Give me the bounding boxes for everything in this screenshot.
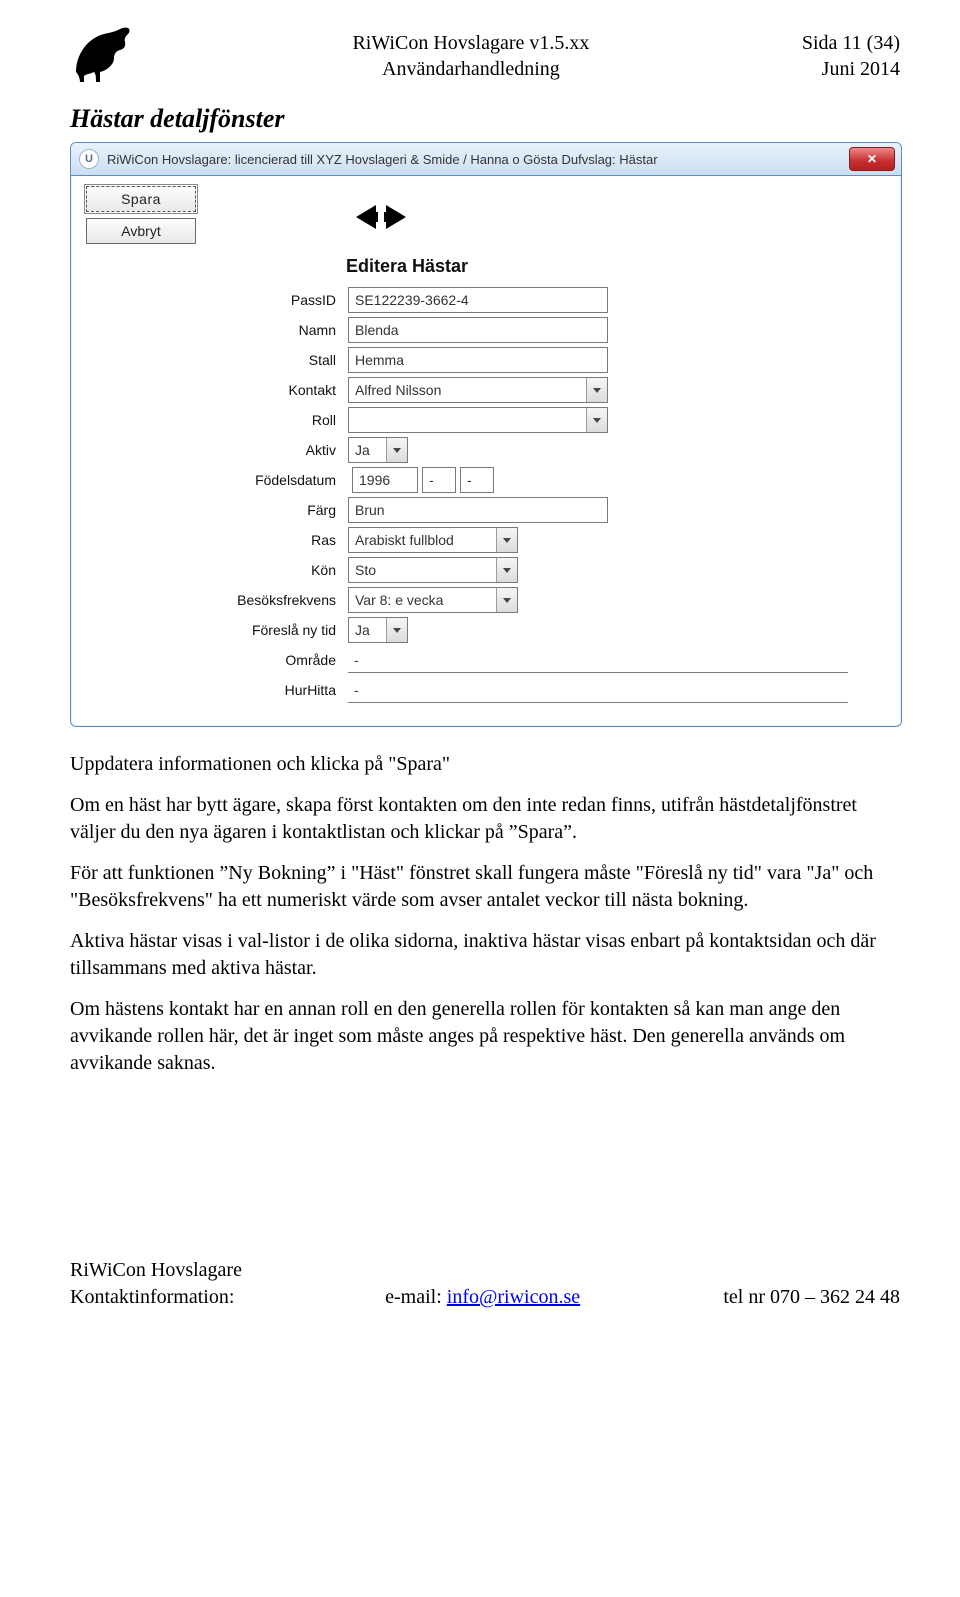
chevron-down-icon bbox=[503, 568, 511, 573]
input-passid[interactable] bbox=[348, 287, 608, 313]
combo-roll-button[interactable] bbox=[586, 408, 607, 432]
cancel-button[interactable]: Avbryt bbox=[86, 218, 196, 244]
paragraph: Uppdatera informationen och klicka på "S… bbox=[70, 751, 900, 778]
footer-email-link[interactable]: info@riwicon.se bbox=[447, 1286, 580, 1308]
paragraph: För att funktionen ”Ny Bokning” i "Häst"… bbox=[70, 860, 900, 914]
page-header: RiWiCon Hovslagare v1.5.xx Användarhandl… bbox=[70, 30, 900, 86]
close-icon: ✕ bbox=[867, 152, 877, 166]
app-icon: U bbox=[79, 149, 99, 169]
chevron-down-icon bbox=[393, 448, 401, 453]
label-kon: Kön bbox=[86, 562, 348, 578]
footer-contact-label: Kontaktinformation: bbox=[70, 1286, 234, 1308]
footer-phone: tel nr 070 – 362 24 48 bbox=[723, 1286, 900, 1308]
save-button[interactable]: Spara bbox=[86, 186, 196, 212]
combo-roll[interactable] bbox=[348, 407, 608, 433]
prev-record-button bbox=[356, 205, 378, 229]
label-fodelsedatum: Födelsdatum bbox=[86, 472, 348, 488]
next-record-button bbox=[384, 205, 406, 229]
combo-ras-button[interactable] bbox=[496, 528, 517, 552]
page-footer: RiWiCon Hovslagare Kontaktinformation: e… bbox=[70, 1257, 900, 1311]
combo-kontakt-button[interactable] bbox=[586, 378, 607, 402]
paragraph: Om en häst har bytt ägare, skapa först k… bbox=[70, 792, 900, 846]
input-birth-day[interactable] bbox=[460, 467, 494, 493]
chevron-down-icon bbox=[593, 388, 601, 393]
input-hurhitta[interactable] bbox=[348, 677, 848, 703]
combo-kontakt[interactable] bbox=[348, 377, 608, 403]
input-birth-year[interactable] bbox=[352, 467, 418, 493]
page-date: Juni 2014 bbox=[802, 56, 900, 82]
footer-email-label: e-mail: bbox=[385, 1286, 447, 1308]
record-nav bbox=[336, 199, 424, 238]
input-birth-month[interactable] bbox=[422, 467, 456, 493]
logo-horse-icon bbox=[70, 24, 140, 86]
body-text: Uppdatera informationen och klicka på "S… bbox=[70, 751, 900, 1077]
input-namn[interactable] bbox=[348, 317, 608, 343]
input-farg[interactable] bbox=[348, 497, 608, 523]
combo-aktiv-button[interactable] bbox=[386, 438, 407, 462]
chevron-down-icon bbox=[503, 538, 511, 543]
chevron-down-icon bbox=[393, 628, 401, 633]
header-subtitle: Användarhandledning bbox=[152, 56, 790, 82]
input-stall[interactable] bbox=[348, 347, 608, 373]
paragraph: Aktiva hästar visas i val-listor i de ol… bbox=[70, 928, 900, 982]
header-title: RiWiCon Hovslagare v1.5.xx bbox=[152, 30, 790, 56]
label-ras: Ras bbox=[86, 532, 348, 548]
chevron-down-icon bbox=[593, 418, 601, 423]
window-titlebar[interactable]: U RiWiCon Hovslagare: licencierad till X… bbox=[71, 143, 901, 176]
combo-kon-button[interactable] bbox=[496, 558, 517, 582]
label-namn: Namn bbox=[86, 322, 348, 338]
label-farg: Färg bbox=[86, 502, 348, 518]
combo-foresla-button[interactable] bbox=[386, 618, 407, 642]
label-besok: Besöksfrekvens bbox=[86, 592, 348, 608]
page-number: Sida 11 (34) bbox=[802, 30, 900, 56]
label-foresla: Föreslå ny tid bbox=[86, 622, 348, 638]
label-roll: Roll bbox=[86, 412, 348, 428]
combo-kon[interactable] bbox=[348, 557, 518, 583]
combo-besok[interactable] bbox=[348, 587, 518, 613]
form-title: Editera Hästar bbox=[346, 256, 886, 277]
chevron-down-icon bbox=[503, 598, 511, 603]
label-omrade: Område bbox=[86, 652, 348, 668]
label-passid: PassID bbox=[86, 292, 348, 308]
combo-besok-button[interactable] bbox=[496, 588, 517, 612]
app-window: U RiWiCon Hovslagare: licencierad till X… bbox=[70, 142, 902, 727]
paragraph: Om hästens kontakt har en annan roll en … bbox=[70, 996, 900, 1077]
window-title: RiWiCon Hovslagare: licencierad till XYZ… bbox=[107, 152, 841, 167]
label-hurhitta: HurHitta bbox=[86, 682, 348, 698]
label-kontakt: Kontakt bbox=[86, 382, 348, 398]
section-title: Hästar detaljfönster bbox=[70, 104, 900, 134]
label-aktiv: Aktiv bbox=[86, 442, 348, 458]
input-omrade[interactable] bbox=[348, 647, 848, 673]
footer-product: RiWiCon Hovslagare bbox=[70, 1259, 242, 1281]
combo-ras[interactable] bbox=[348, 527, 518, 553]
label-stall: Stall bbox=[86, 352, 348, 368]
window-close-button[interactable]: ✕ bbox=[849, 147, 895, 171]
